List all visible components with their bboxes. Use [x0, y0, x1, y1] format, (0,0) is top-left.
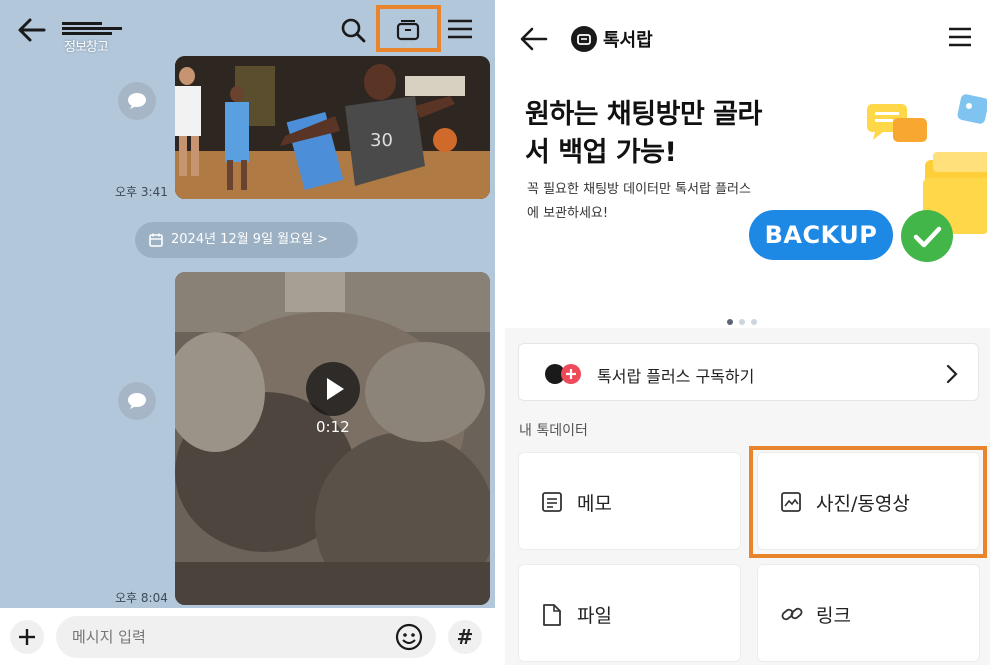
- message-time: 오후 3:41: [115, 185, 168, 199]
- video-duration: 0:12: [316, 418, 350, 436]
- talk-drawer-logo-icon: [571, 26, 597, 52]
- memo-icon: [542, 492, 562, 512]
- plus-badge-icon: [561, 364, 581, 384]
- photo-tile-highlight: [749, 446, 987, 558]
- talk-drawer-screen: 톡서랍 원하는 채팅방만 골라서 백업 가능! 꼭 필요한 채팅방 데이터만 톡…: [505, 0, 990, 665]
- tile-file[interactable]: 파일: [518, 564, 741, 662]
- drawer-button-highlight[interactable]: [376, 5, 441, 52]
- back-arrow-icon[interactable]: [519, 26, 549, 52]
- chevron-right-icon: [946, 364, 958, 384]
- tile-memo[interactable]: 메모: [518, 452, 741, 550]
- carousel-dot-active[interactable]: [727, 319, 733, 325]
- shared-photo-basketball[interactable]: 30: [175, 56, 490, 199]
- promo-banner[interactable]: 원하는 채팅방만 골라서 백업 가능! 꼭 필요한 채팅방 데이터만 톡서랍 플…: [505, 72, 990, 328]
- basketball-photo-illustration: 30: [175, 56, 490, 199]
- drawer-header: 톡서랍: [505, 0, 990, 72]
- speech-bubble-icon: [128, 93, 146, 109]
- chat-screen: 정보창고 30 오후 3:41 2024년 12월 9일 월요일 > 0:12 …: [0, 0, 495, 665]
- menu-icon[interactable]: [446, 17, 474, 41]
- shared-video-thumbnail[interactable]: [175, 272, 490, 605]
- calendar-icon: [149, 233, 163, 247]
- emoji-icon[interactable]: [394, 622, 424, 652]
- carousel-dot[interactable]: [751, 319, 757, 325]
- banner-headline: 원하는 채팅방만 골라서 백업 가능!: [525, 99, 762, 168]
- chat-input-bar: #: [0, 608, 495, 665]
- chat-room-logo: [62, 22, 122, 36]
- banner-subtext: 꼭 필요한 채팅방 데이터만 톡서랍 플러스에 보관하세요!: [527, 182, 751, 221]
- back-arrow-icon[interactable]: [16, 16, 48, 44]
- link-icon: [781, 607, 803, 621]
- play-button[interactable]: [306, 362, 360, 416]
- tile-link[interactable]: 링크: [757, 564, 980, 662]
- message-input[interactable]: [56, 616, 436, 658]
- plus-subscribe-label: 톡서랍 플러스 구독하기: [597, 367, 755, 386]
- play-icon: [327, 378, 344, 400]
- speech-bubble-icon: [128, 393, 146, 409]
- tile-label: 링크: [816, 605, 851, 627]
- attach-plus-button[interactable]: [10, 620, 44, 654]
- checkmark-icon: [901, 210, 953, 262]
- chat-header: 정보창고: [0, 0, 495, 58]
- search-icon[interactable]: [340, 17, 366, 43]
- date-divider-label: 2024년 12월 9일 월요일 >: [171, 232, 329, 247]
- message-time: 오후 8:04: [115, 591, 168, 605]
- hashtag-search-button[interactable]: #: [448, 620, 482, 654]
- backup-badge: BACKUP: [749, 210, 893, 260]
- cat-video-illustration: [175, 272, 490, 605]
- plus-subscribe-card[interactable]: 톡서랍 플러스 구독하기: [518, 343, 979, 401]
- drawer-icon[interactable]: [396, 19, 420, 41]
- sender-avatar[interactable]: [118, 82, 156, 120]
- section-title: 내 톡데이터: [519, 423, 588, 439]
- carousel-dot[interactable]: [739, 319, 745, 325]
- date-divider[interactable]: 2024년 12월 9일 월요일 >: [135, 222, 358, 258]
- panel-divider: [495, 0, 505, 665]
- page-title: 톡서랍: [603, 30, 653, 51]
- chat-room-title: 정보창고: [64, 40, 109, 55]
- sender-avatar[interactable]: [118, 382, 156, 420]
- tile-label: 메모: [577, 493, 612, 515]
- plus-icon: [19, 629, 35, 645]
- tile-label: 파일: [577, 605, 612, 627]
- carousel-indicator: [727, 310, 763, 329]
- file-icon: [543, 604, 561, 626]
- menu-icon[interactable]: [947, 26, 973, 48]
- svg-text:30: 30: [370, 130, 393, 151]
